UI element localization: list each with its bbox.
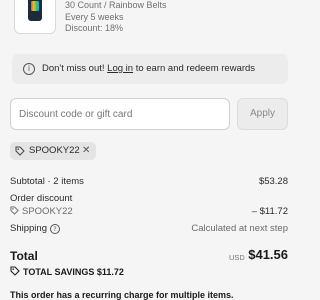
- product-discount: Discount: 18%: [65, 23, 124, 33]
- applied-discount-tag: SPOOKY22 ✕: [10, 142, 96, 160]
- shipping-label-wrap: Shipping?: [10, 223, 60, 235]
- applied-discount-code: SPOOKY22: [29, 145, 80, 156]
- shipping-label: Shipping: [10, 223, 47, 234]
- rewards-banner: i Don't miss out! Log in to earn and red…: [12, 54, 288, 84]
- total-label: Total: [10, 249, 38, 263]
- total-amount: $41.56: [248, 247, 288, 262]
- product-row: 30 Count / Rainbow Belts Every 5 weeks D…: [0, 0, 300, 38]
- discount-code-row: SPOOKY22 – $11.72: [10, 206, 288, 218]
- question-icon[interactable]: ?: [49, 224, 60, 234]
- tag-icon: [10, 266, 20, 276]
- order-discount-row: Order discount: [10, 193, 288, 205]
- order-discount-label: Order discount: [10, 193, 73, 204]
- rewards-banner-text: Don't miss out! Log in to earn and redee…: [42, 54, 255, 84]
- tag-icon: [15, 146, 25, 156]
- discount-value: – $11.72: [251, 206, 288, 217]
- discount-code-label: SPOOKY22: [10, 206, 73, 218]
- info-icon: i: [23, 63, 35, 75]
- total-currency: USD: [229, 253, 245, 262]
- recurring-charge-note: This order has a recurring charge for mu…: [10, 290, 234, 300]
- banner-text-before: Don't miss out!: [42, 63, 108, 74]
- product-thumbnail: [14, 0, 56, 34]
- product-image: [28, 0, 42, 21]
- subtotal-label: Subtotal · 2 items: [10, 176, 84, 187]
- shipping-value: Calculated at next step: [191, 223, 288, 234]
- savings-label: TOTAL SAVINGS: [23, 267, 95, 277]
- summary-discount-code: SPOOKY22: [22, 206, 73, 217]
- tag-icon: [10, 206, 19, 215]
- discount-code-input[interactable]: [10, 98, 230, 130]
- product-variant: 30 Count / Rainbow Belts: [65, 0, 167, 10]
- savings-value: $11.72: [96, 267, 124, 277]
- subtotal-value: $53.28: [258, 176, 288, 187]
- banner-text-after: to earn and redeem rewards: [133, 63, 256, 74]
- apply-button[interactable]: Apply: [237, 98, 288, 130]
- total-savings: TOTAL SAVINGS $11.72: [10, 266, 124, 277]
- login-link[interactable]: Log in: [107, 63, 133, 74]
- close-icon[interactable]: ✕: [82, 142, 90, 160]
- product-frequency: Every 5 weeks: [65, 11, 124, 22]
- product-meta: 30 Count / Rainbow Belts Every 5 weeks D…: [65, 0, 167, 35]
- shipping-row: Shipping? Calculated at next step: [10, 223, 288, 235]
- subtotal-row: Subtotal · 2 items $53.28: [10, 176, 288, 188]
